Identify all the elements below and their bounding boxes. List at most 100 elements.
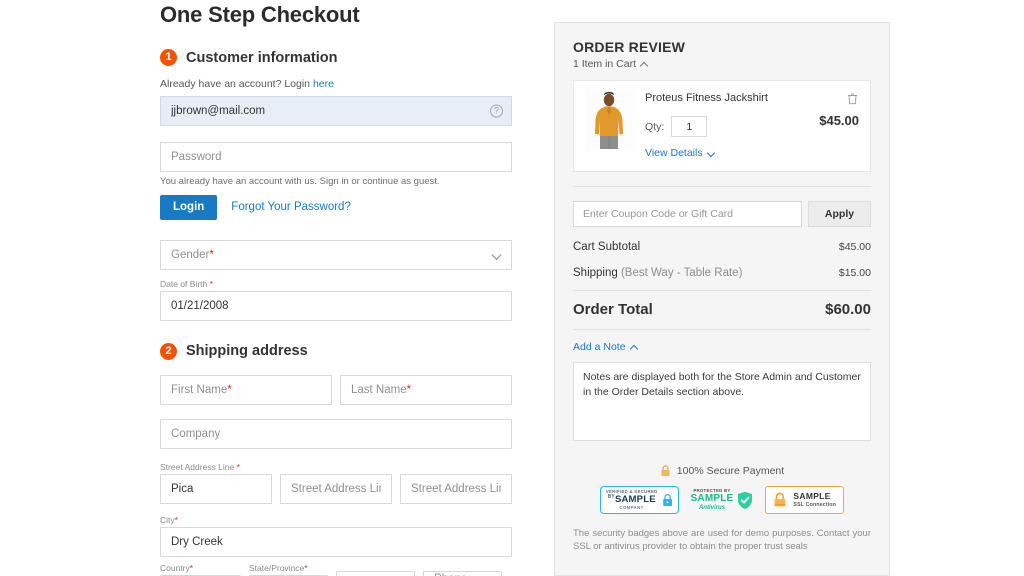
order-total-amount: $60.00 [825, 301, 871, 318]
badge1-mid: BYSAMPLE [607, 494, 656, 506]
lock-icon-blue [662, 494, 672, 506]
dob-input[interactable] [160, 290, 512, 321]
phone-input[interactable]: Phone Number* [423, 570, 502, 576]
state-label: State/Province* [249, 562, 308, 573]
coupon-input[interactable] [573, 201, 802, 227]
badge-antivirus: PROTECTED BY SAMPLE Antivirus [691, 486, 754, 514]
zip-input[interactable]: Zip/Postal Code* [336, 570, 415, 576]
forgot-password-link[interactable]: Forgot Your Password? [231, 201, 351, 213]
company-input[interactable] [160, 418, 512, 449]
product-image [585, 91, 633, 149]
login-actions: Login Forgot Your Password? [160, 195, 512, 220]
phone-placeholder: Phone Number [434, 573, 487, 576]
login-prompt: Already have an account? Login here [160, 78, 512, 91]
login-prompt-text: Already have an account? Login [160, 78, 313, 90]
secure-payment-line: 100% Secure Payment [573, 465, 871, 477]
country-field-wrapper: Country* United Stat [160, 563, 241, 576]
add-note-label: Add a Note [573, 341, 626, 353]
step-number-badge-1: 1 [160, 49, 177, 66]
subtotal-amount: $45.00 [838, 241, 871, 253]
lock-icon-orange [775, 492, 786, 507]
apply-coupon-button[interactable]: Apply [808, 201, 871, 227]
total-row-subtotal: Cart Subtotal $45.00 [573, 241, 871, 253]
order-total-row: Order Total $60.00 [573, 301, 871, 318]
shipping-method: (Best Way - Table Rate) [620, 267, 743, 279]
dob-label: Date of Birth * [160, 278, 213, 289]
add-note-toggle[interactable]: Add a Note [573, 341, 638, 353]
subtotal-label: Cart Subtotal [573, 241, 641, 253]
street-address-line-2-input[interactable] [280, 473, 392, 504]
first-name-input[interactable]: First Name * [160, 374, 332, 405]
badge2-bottom: Antivirus [698, 505, 725, 512]
view-details-toggle[interactable]: View Details [645, 147, 715, 159]
step-title-customer-information: Customer information [186, 49, 338, 66]
divider-after-total [573, 329, 871, 330]
step-header-customer-information: 1 Customer information [160, 49, 512, 66]
order-review-heading: ORDER REVIEW [573, 39, 686, 55]
page-title: One Step Checkout [160, 2, 360, 27]
chevron-down-icon-details [708, 150, 715, 157]
badge3-bottom: SSL Connection [793, 501, 837, 508]
product-thumbnail [585, 91, 633, 149]
password-input[interactable] [160, 142, 512, 172]
city-field-wrapper: City* [160, 515, 512, 557]
product-name: Proteus Fitness Jackshirt [645, 92, 768, 104]
trash-icon[interactable] [847, 92, 858, 105]
security-badges-disclaimer: The security badges above are used for d… [573, 528, 871, 552]
badge3-mid: SAMPLE [793, 491, 831, 502]
last-name-field-wrapper: Last Name * [340, 374, 512, 405]
login-button[interactable]: Login [160, 195, 218, 220]
street-address-line-3-input[interactable] [400, 473, 512, 504]
qty-input[interactable] [671, 116, 708, 137]
geo-row: Country* United Stat State/Province* Ple… [160, 563, 512, 576]
street-address-label: Street Address Line * [160, 461, 240, 472]
shipping-amount: $15.00 [838, 267, 871, 279]
password-field-wrapper [160, 142, 512, 172]
street-address-row: Street Address Line * [160, 462, 512, 504]
coupon-row: Apply [573, 201, 871, 227]
product-price: $45.00 [819, 113, 859, 128]
badge1-bottom: COMPANY [619, 504, 644, 510]
gender-field-wrapper: Gender * [160, 239, 512, 270]
question-mark-icon[interactable]: ? [490, 104, 503, 118]
badge2-mid: SAMPLE [690, 493, 734, 505]
badge-verified-secured: VERIFIED & SECURED BYSAMPLE COMPANY [599, 486, 679, 514]
divider-after-items [573, 186, 871, 187]
gender-select[interactable]: Gender * [160, 239, 512, 270]
street-address-inputs [160, 473, 512, 504]
security-badges: VERIFIED & SECURED BYSAMPLE COMPANY PROT… [573, 486, 871, 514]
checkout-page: One Step Checkout 1 Customer information… [0, 0, 1024, 576]
items-in-cart-label: 1 Item in Cart [573, 58, 637, 70]
cart-item: Proteus Fitness Jackshirt Qty: View Deta… [573, 80, 871, 172]
last-name-input[interactable]: Last Name * [340, 374, 512, 405]
country-label: Country* [160, 562, 194, 573]
chevron-up-icon [641, 61, 648, 68]
step-title-shipping-address: Shipping address [186, 343, 308, 360]
order-note-textarea[interactable] [573, 362, 871, 441]
city-input[interactable] [160, 526, 512, 557]
company-field-wrapper [160, 418, 512, 449]
divider-before-total [573, 290, 871, 291]
email-input[interactable] [160, 96, 512, 126]
secure-payment-text: 100% Secure Payment [676, 465, 785, 477]
step-number-badge-2: 2 [160, 342, 177, 360]
items-in-cart-toggle[interactable]: 1 Item in Cart [573, 58, 871, 70]
street-address-line-1-input[interactable] [160, 473, 272, 504]
last-name-placeholder: Last Name [351, 383, 407, 396]
shield-check-icon [738, 491, 753, 509]
order-review-panel: ORDER REVIEW 1 Item in Cart Proteus Fitn… [554, 22, 890, 576]
qty-label: Qty: [645, 120, 665, 133]
step-header-shipping-address: 2 Shipping address [160, 342, 512, 360]
password-hint: You already have an account with us. Sig… [160, 176, 440, 187]
zip-field-wrapper: Zip/Postal Code* [336, 570, 415, 576]
login-here-link[interactable]: here [313, 78, 334, 90]
first-name-field-wrapper: First Name * [160, 374, 332, 405]
name-row: First Name * Last Name * [160, 374, 512, 405]
order-total-label: Order Total [573, 301, 653, 318]
first-name-placeholder: First Name [171, 383, 228, 396]
lock-icon [661, 465, 670, 476]
email-field-wrapper: ? [160, 96, 512, 126]
phone-field-wrapper: Phone Number* ? [423, 570, 502, 576]
checkout-form-column: One Step Checkout 1 Customer information… [160, 0, 512, 576]
dob-field-wrapper: Date of Birth * [160, 279, 512, 321]
